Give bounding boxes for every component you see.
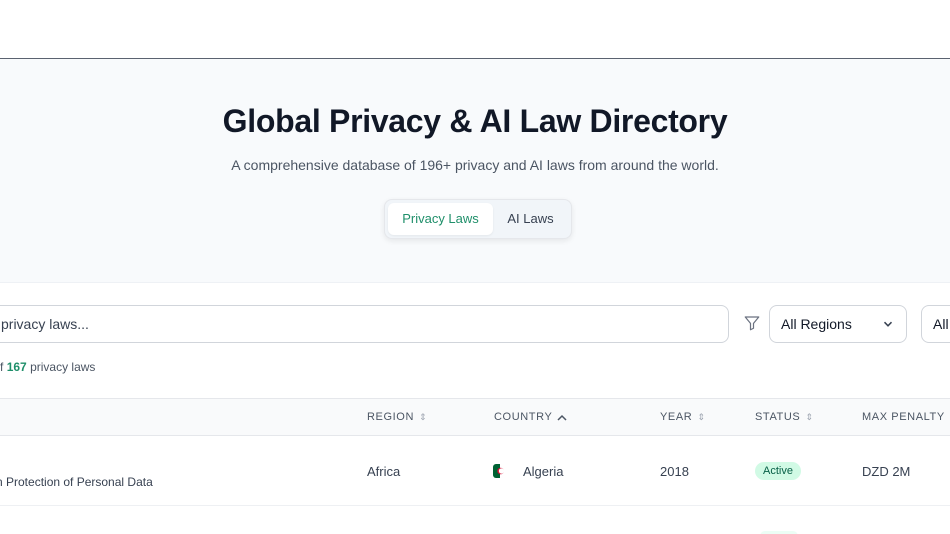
results-count-number: 167 — [6, 360, 27, 374]
algeria-flag-icon — [493, 464, 507, 478]
table-row[interactable]: n Protection of Personal Data Africa Alg… — [0, 436, 950, 506]
column-header-max-penalty[interactable]: MAX PENALTY — [862, 411, 945, 423]
top-navbar — [0, 0, 950, 59]
region-select-value: All Regions — [781, 316, 852, 332]
region-cell: Africa — [367, 464, 401, 479]
year-cell: 2018 — [660, 464, 689, 479]
column-header-status[interactable]: STATUS ⇕ — [755, 411, 813, 423]
max-penalty-cell: DZD 2M — [862, 464, 911, 479]
law-type-tabs: Privacy Laws AI Laws — [384, 199, 572, 239]
filter-icon[interactable] — [743, 314, 761, 332]
law-name[interactable]: n Protection of Personal Data — [0, 475, 153, 489]
hero-section: Global Privacy & AI Law Directory A comp… — [0, 59, 950, 283]
column-header-country[interactable]: COUNTRY — [494, 411, 567, 423]
tab-ai-laws[interactable]: AI Laws — [493, 203, 568, 235]
chevron-down-icon — [883, 321, 893, 327]
sort-icon: ⇕ — [805, 411, 813, 422]
status-badge: Active — [755, 462, 801, 480]
second-select-value: All — [933, 316, 949, 332]
table-header: REGION ⇕ COUNTRY YEAR ⇕ STATUS ⇕ MAX PENALT… — [0, 398, 950, 436]
sort-ascending-icon — [557, 414, 567, 421]
results-count: f 167 privacy laws — [0, 360, 96, 374]
table-row[interactable] — [0, 507, 950, 534]
page-title: Global Privacy & AI Law Directory — [222, 103, 728, 139]
sort-icon: ⇕ — [419, 411, 427, 422]
region-select[interactable]: All Regions — [769, 305, 907, 343]
search-input[interactable] — [0, 305, 729, 343]
sort-icon: ⇕ — [697, 411, 705, 422]
page-subtitle: A comprehensive database of 196+ privacy… — [231, 157, 719, 173]
second-filter-select[interactable]: All — [921, 305, 950, 343]
country-cell: Algeria — [523, 464, 564, 479]
column-header-year[interactable]: YEAR ⇕ — [660, 411, 705, 423]
column-header-region[interactable]: REGION ⇕ — [367, 411, 427, 423]
tab-privacy-laws[interactable]: Privacy Laws — [388, 203, 493, 235]
